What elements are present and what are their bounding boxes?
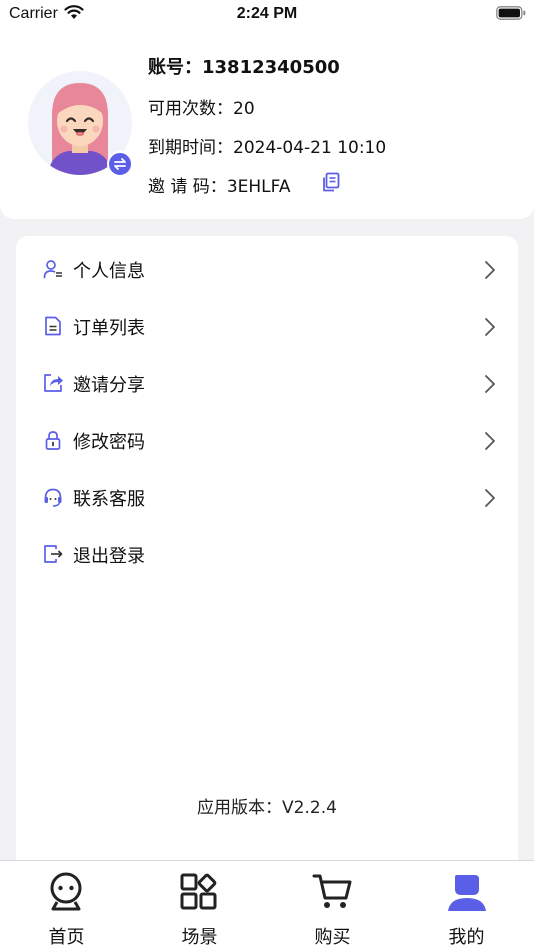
tab-label: 首页 bbox=[48, 927, 85, 948]
account-label: 账号： bbox=[148, 57, 202, 78]
chevron-right-icon bbox=[485, 375, 495, 393]
clock: 2:24 PM bbox=[236, 5, 298, 22]
account-value: 13812340500 bbox=[202, 57, 340, 78]
share-icon bbox=[44, 374, 63, 392]
copy-icon[interactable] bbox=[320, 171, 342, 193]
headset-icon bbox=[44, 488, 62, 507]
status-bar: Carrier 2:24 PM bbox=[0, 0, 534, 30]
robot-icon bbox=[50, 872, 82, 911]
tab-purchase[interactable]: 购买 bbox=[266, 861, 399, 951]
lock-icon bbox=[45, 431, 61, 450]
expiry-value: 2024-04-21 10:10 bbox=[233, 138, 387, 158]
order-list-icon bbox=[45, 316, 61, 336]
usable-count-value: 20 bbox=[233, 99, 255, 119]
chevron-right-icon bbox=[485, 318, 495, 336]
tab-label: 我的 bbox=[448, 927, 485, 948]
menu-item-label: 退出登录 bbox=[73, 546, 145, 567]
usable-count-row: 可用次数：20 bbox=[148, 94, 255, 119]
menu-item-order-list[interactable]: 订单列表 bbox=[16, 303, 518, 351]
tab-scenes[interactable]: 场景 bbox=[133, 861, 266, 951]
chevron-right-icon bbox=[485, 261, 495, 279]
grid-icon bbox=[180, 873, 217, 910]
user-info-icon bbox=[43, 260, 62, 279]
menu-item-invite-share[interactable]: 邀请分享 bbox=[16, 360, 518, 408]
avatar-container[interactable] bbox=[28, 71, 133, 177]
menu-item-change-password[interactable]: 修改密码 bbox=[16, 417, 518, 465]
chevron-right-icon bbox=[485, 489, 495, 507]
menu-item-contact-support[interactable]: 联系客服 bbox=[16, 474, 518, 522]
cart-icon bbox=[312, 874, 352, 908]
invite-code-row: 邀 请 码：3EHLFA bbox=[148, 172, 290, 197]
account-row: 账号：13812340500 bbox=[148, 53, 340, 79]
invite-code-value: 3EHLFA bbox=[226, 177, 291, 197]
logout-icon bbox=[44, 545, 63, 563]
swap-icon bbox=[114, 158, 126, 170]
tab-label: 场景 bbox=[181, 927, 218, 948]
profile-card: 账号：13812340500 可用次数：20 到期时间：2024-04-21 1… bbox=[0, 30, 534, 219]
switch-avatar-button[interactable] bbox=[107, 151, 133, 177]
expiry-row: 到期时间：2024-04-21 10:10 bbox=[148, 133, 386, 158]
tab-bar: 首页 场景 购买 我的 bbox=[0, 860, 534, 951]
menu-item-label: 邀请分享 bbox=[73, 375, 145, 396]
tab-home[interactable]: 首页 bbox=[0, 861, 133, 951]
battery-icon bbox=[496, 6, 526, 20]
invite-code-label: 邀 请 码： bbox=[148, 177, 227, 197]
tab-mine[interactable]: 我的 bbox=[400, 861, 533, 951]
tab-label: 购买 bbox=[314, 927, 351, 948]
app-version: 应用版本：V2.2.4 bbox=[197, 798, 337, 818]
menu-item-label: 修改密码 bbox=[73, 432, 145, 453]
menu-item-label: 联系客服 bbox=[73, 489, 145, 510]
chevron-right-icon bbox=[485, 432, 495, 450]
menu-item-label: 订单列表 bbox=[73, 318, 145, 339]
menu-item-personal-info[interactable]: 个人信息 bbox=[16, 246, 518, 294]
menu-card: 个人信息 订单列表 邀请分享 修改密码 联系客服 退出登录 应用版本：V2.2.… bbox=[16, 236, 518, 876]
usable-count-label: 可用次数： bbox=[148, 99, 233, 119]
person-icon bbox=[448, 875, 486, 911]
expiry-label: 到期时间： bbox=[148, 138, 233, 158]
menu-item-logout[interactable]: 退出登录 bbox=[16, 531, 518, 579]
menu-item-label: 个人信息 bbox=[73, 261, 145, 282]
